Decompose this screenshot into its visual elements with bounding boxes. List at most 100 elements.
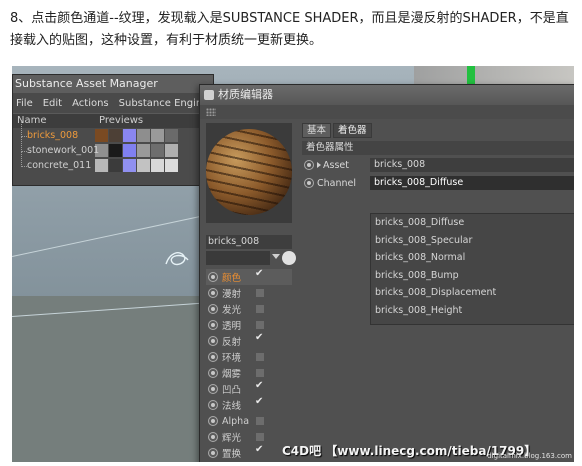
menu-file[interactable]: File (16, 98, 33, 109)
channel-radio[interactable] (208, 368, 218, 378)
texture-thumbnail[interactable] (165, 159, 178, 172)
triangle-right-icon[interactable] (317, 162, 321, 168)
texture-thumbnail[interactable] (165, 129, 178, 142)
texture-thumbnail[interactable] (95, 159, 108, 172)
dropdown-option[interactable]: bricks_008_Specular (371, 232, 574, 250)
material-editor-title: 材质编辑器 (200, 85, 574, 105)
asset-field[interactable]: bricks_008 (370, 158, 574, 172)
corner-mark: digitalmix.blog.163.com (487, 452, 572, 460)
material-selector-field[interactable] (206, 251, 270, 265)
channel-item[interactable]: 烟雾 (206, 365, 292, 381)
texture-thumbnail[interactable] (123, 159, 136, 172)
asset-row: Asset (304, 157, 349, 173)
channel-radio[interactable] (208, 336, 218, 346)
channel-item[interactable]: 反射 (206, 332, 292, 349)
cursor-icon[interactable] (282, 251, 296, 265)
channel-checkbox[interactable] (256, 417, 264, 425)
asset-radio[interactable] (304, 160, 314, 170)
channel-radio[interactable] (208, 384, 218, 394)
channel-item[interactable]: 颜色 (206, 268, 292, 285)
texture-thumbnail[interactable] (151, 159, 164, 172)
channel-item-label: 颜色 (222, 273, 242, 284)
channel-item-label: 烟雾 (222, 369, 242, 380)
texture-thumbnail[interactable] (137, 144, 150, 157)
column-previews[interactable]: Previews (99, 114, 143, 128)
channel-checkbox[interactable] (256, 433, 264, 441)
asset-row-item[interactable]: concrete_011 (13, 152, 213, 173)
texture-thumbnail[interactable] (123, 129, 136, 142)
texture-thumbnail[interactable] (151, 129, 164, 142)
texture-thumbnail[interactable] (109, 129, 122, 142)
channel-checkbox[interactable] (255, 396, 264, 409)
channel-item[interactable]: 漫射 (206, 285, 292, 301)
channel-radio[interactable] (208, 432, 218, 442)
material-name-field[interactable]: bricks_008 (206, 235, 292, 249)
asset-row-item[interactable]: stonework_001 (13, 137, 213, 158)
channel-radio[interactable] (304, 178, 314, 188)
channel-checkbox[interactable] (256, 369, 264, 377)
channel-item[interactable]: 环境 (206, 349, 292, 365)
channel-item[interactable]: 辉光 (206, 429, 292, 445)
channel-item-label: 环境 (222, 353, 242, 364)
tab-shader[interactable]: 着色器 (333, 123, 372, 138)
texture-thumbnail[interactable] (109, 159, 122, 172)
channel-checkbox[interactable] (255, 444, 264, 457)
dropdown-option[interactable]: bricks_008_Bump (371, 267, 574, 285)
channel-item[interactable]: 置换 (206, 444, 292, 461)
texture-thumbnail[interactable] (165, 144, 178, 157)
channel-dropdown[interactable]: bricks_008_Diffuse (370, 176, 574, 190)
channel-checkbox[interactable] (255, 332, 264, 345)
channel-radio[interactable] (208, 288, 218, 298)
texture-thumbnail[interactable] (151, 144, 164, 157)
texture-thumbnail[interactable] (95, 129, 108, 142)
app-screenshot: Substance Asset Manager File Edit Action… (12, 66, 574, 462)
material-sphere (206, 129, 292, 215)
channel-radio[interactable] (208, 304, 218, 314)
channel-radio[interactable] (208, 352, 218, 362)
material-preview[interactable] (206, 123, 292, 223)
channel-list: 颜色漫射发光透明反射环境烟雾凹凸法线 Alpha 辉光置换编辑 (206, 268, 292, 462)
menu-edit[interactable]: Edit (43, 98, 62, 109)
channel-radio[interactable] (208, 400, 218, 410)
asset-manager-window: Substance Asset Manager File Edit Action… (12, 74, 214, 186)
channel-item-label: 置换 (222, 449, 242, 460)
channel-item-label: 法线 (222, 401, 242, 412)
channel-item[interactable]: Alpha (206, 413, 292, 429)
channel-item[interactable]: 编辑 (206, 461, 292, 462)
dropdown-option[interactable]: bricks_008_Displacement (371, 284, 574, 302)
texture-thumbnail[interactable] (137, 129, 150, 142)
texture-thumbnail[interactable] (109, 144, 122, 157)
light-icon[interactable] (162, 246, 192, 272)
channel-item[interactable]: 法线 (206, 396, 292, 413)
dropdown-option[interactable]: bricks_008_Normal (371, 249, 574, 267)
channel-checkbox[interactable] (256, 305, 264, 313)
channel-label: Channel (317, 177, 357, 189)
channel-checkbox[interactable] (256, 353, 264, 361)
channel-item[interactable]: 凹凸 (206, 380, 292, 397)
material-selector[interactable] (206, 251, 296, 265)
asset-row-item[interactable]: bricks_008 (13, 122, 213, 143)
chevron-down-icon[interactable] (272, 254, 280, 259)
channel-item[interactable]: 发光 (206, 301, 292, 317)
channel-radio[interactable] (208, 320, 218, 330)
channel-checkbox[interactable] (256, 321, 264, 329)
channel-checkbox[interactable] (255, 268, 264, 281)
channel-item[interactable]: 透明 (206, 317, 292, 333)
material-icon (204, 90, 214, 100)
texture-thumbnail[interactable] (123, 144, 136, 157)
grip-icon[interactable] (206, 108, 216, 116)
dropdown-option[interactable]: bricks_008_Diffuse (371, 214, 574, 232)
channel-checkbox[interactable] (256, 289, 264, 297)
material-editor-window: 材质编辑器 bricks_008 颜色漫射发光透明反射环境烟雾凹凸法线 Alpha… (199, 84, 574, 462)
editor-tabs: 基本 着色器 (302, 123, 372, 138)
tab-basic[interactable]: 基本 (302, 123, 332, 138)
menu-actions[interactable]: Actions (72, 98, 109, 109)
dropdown-option[interactable]: bricks_008_Height (371, 302, 574, 320)
channel-radio[interactable] (208, 272, 218, 282)
menu-substance-engine[interactable]: Substance Engine (119, 98, 209, 109)
channel-radio[interactable] (208, 448, 218, 458)
channel-item-label: 透明 (222, 321, 242, 332)
texture-thumbnail[interactable] (137, 159, 150, 172)
channel-checkbox[interactable] (255, 380, 264, 393)
channel-radio[interactable] (208, 416, 218, 426)
